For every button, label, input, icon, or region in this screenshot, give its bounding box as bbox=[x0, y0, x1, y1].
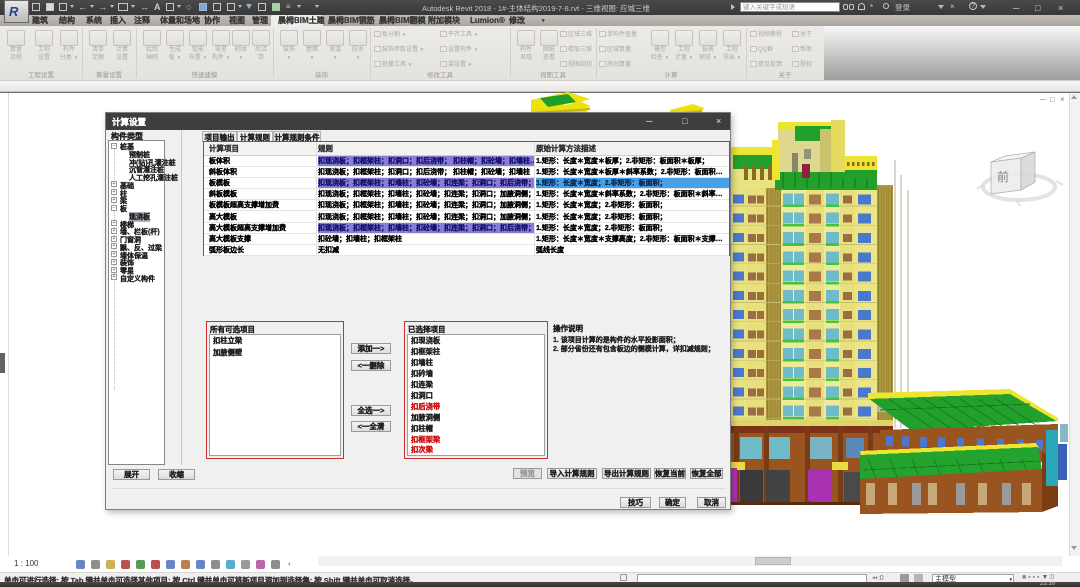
svg-text:前: 前 bbox=[997, 169, 1009, 184]
